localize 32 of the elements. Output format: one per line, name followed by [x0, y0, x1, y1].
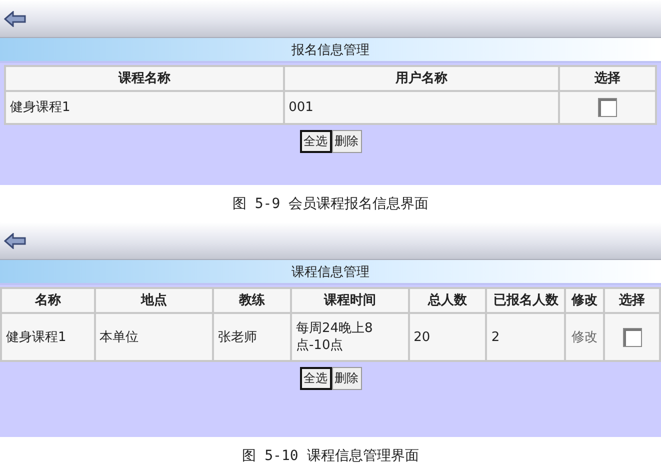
figure-caption: 图 5-9 会员课程报名信息界面	[231, 194, 430, 214]
action-button[interactable]: 删除	[332, 367, 362, 390]
column-header: 选择	[604, 288, 660, 313]
column-header: 用户名称	[284, 66, 560, 91]
panel-title: 报名信息管理	[0, 38, 661, 63]
column-header: 课程名称	[5, 66, 284, 91]
figure-caption: 图 5-10 课程信息管理界面	[241, 447, 420, 466]
edit-link[interactable]: 修改	[565, 313, 604, 361]
column-header: 总人数	[408, 288, 486, 313]
checkbox[interactable]	[622, 328, 642, 346]
table-cell: 每周24晚上8点-10点	[290, 313, 409, 361]
column-header: 名称	[1, 288, 95, 313]
column-header: 已报名人数	[486, 288, 566, 313]
column-header: 选择	[559, 66, 656, 91]
action-button[interactable]: 删除	[332, 130, 362, 153]
table-cell: 2	[486, 313, 566, 361]
table-cell: 本单位	[94, 313, 214, 361]
table-cell: 001	[284, 91, 560, 124]
table-cell: 健身课程1	[1, 313, 95, 361]
checkbox[interactable]	[598, 98, 618, 117]
table-cell: 健身课程1	[5, 91, 284, 124]
column-header: 课程时间	[290, 288, 409, 313]
column-header: 修改	[565, 288, 604, 313]
back-arrow-icon[interactable]	[4, 232, 26, 248]
panel-title: 课程信息管理	[0, 260, 661, 285]
action-button[interactable]: 全选	[300, 367, 332, 390]
column-header: 教练	[213, 288, 291, 313]
column-header: 地点	[94, 288, 214, 313]
back-arrow-icon[interactable]	[4, 10, 26, 26]
action-button[interactable]: 全选	[300, 130, 332, 153]
table-cell: 20	[408, 313, 486, 361]
table-cell: 张老师	[213, 313, 291, 361]
